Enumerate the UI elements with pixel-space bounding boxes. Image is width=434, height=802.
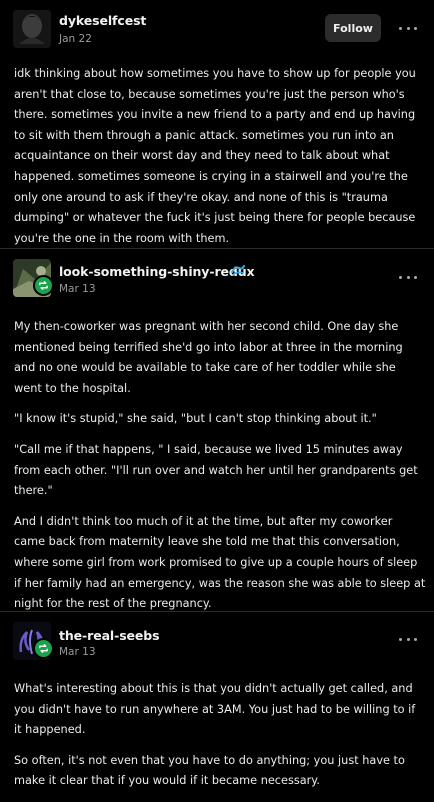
more-options-icon[interactable] — [399, 23, 417, 33]
post-body: What's interesting about this is that yo… — [14, 679, 426, 792]
post-reblog: look-something-shiny-redux Mar 13 My the… — [0, 249, 434, 612]
post-paragraph: idk thinking about how sometimes you hav… — [14, 67, 416, 245]
post-reblog: the-real-seebs Mar 13 What's interesting… — [0, 612, 434, 802]
reblog-icon — [33, 275, 54, 296]
post-paragraph: "I know it's stupid," she said, "but I c… — [14, 412, 377, 426]
username[interactable]: the-real-seebs — [59, 628, 160, 643]
more-options-icon[interactable] — [399, 272, 417, 282]
avatar[interactable] — [13, 10, 51, 48]
post-date: Mar 13 — [59, 283, 96, 295]
post-paragraph: "Call me if that happens, " I said, beca… — [14, 442, 418, 498]
reblog-icon — [33, 638, 54, 659]
post-date: Jan 22 — [59, 33, 92, 45]
post-paragraph: What's interesting about this is that yo… — [14, 682, 416, 737]
post-body: My then-coworker was pregnant with her s… — [14, 317, 426, 615]
post-paragraph: So often, it's not even that you have to… — [14, 753, 405, 788]
follow-button[interactable]: Follow — [325, 14, 381, 42]
username[interactable]: look-something-shiny-redux — [59, 264, 255, 279]
water-wave-icon — [231, 265, 245, 276]
post-paragraph: My then-coworker was pregnant with her s… — [14, 320, 403, 395]
post-body: idk thinking about how sometimes you hav… — [14, 64, 426, 249]
post-date: Mar 13 — [59, 646, 96, 658]
post-paragraph: And I didn't think too much of it at the… — [14, 514, 426, 611]
more-options-icon[interactable] — [399, 634, 417, 644]
avatar-image — [13, 10, 51, 48]
post-original: dykeselfcest Jan 22 Follow idk thinking … — [0, 0, 434, 249]
username[interactable]: dykeselfcest — [59, 13, 146, 28]
